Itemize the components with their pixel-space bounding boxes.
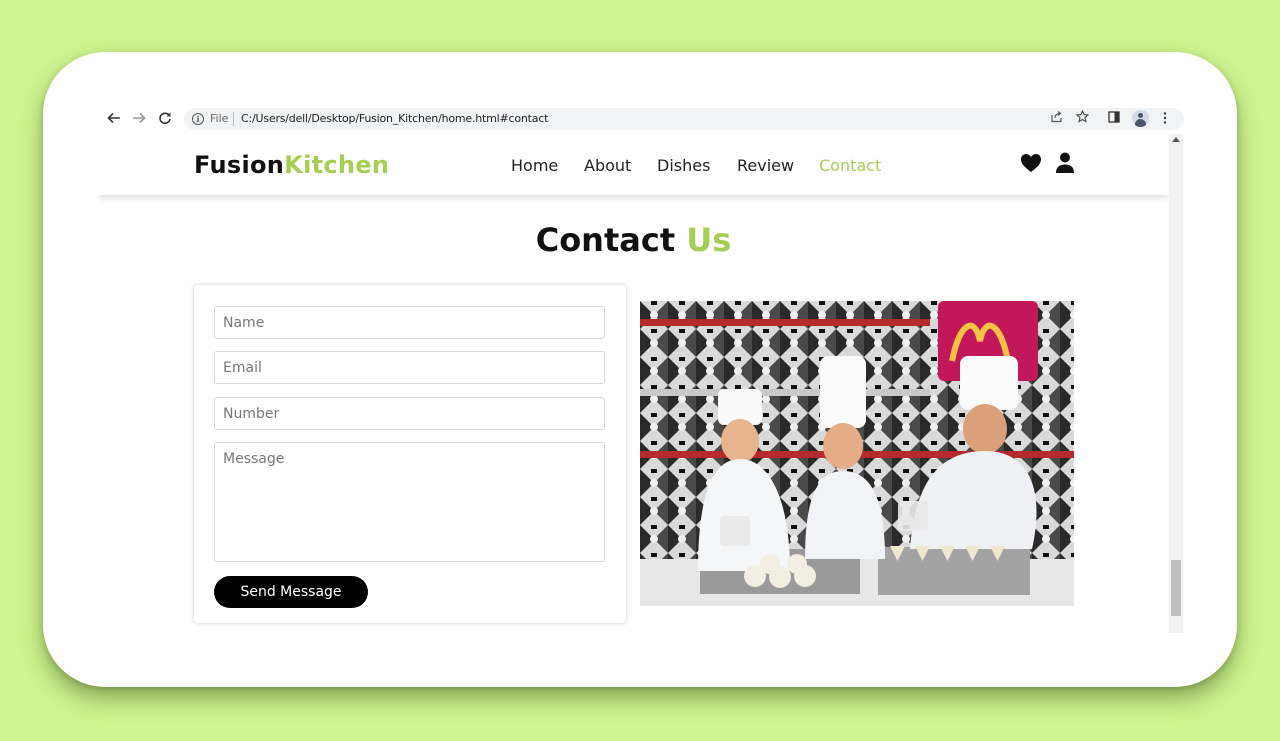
title-part1: Contact xyxy=(535,221,676,259)
forward-arrow-icon[interactable] xyxy=(131,111,147,127)
nav-dishes[interactable]: Dishes xyxy=(657,156,710,175)
share-icon[interactable] xyxy=(1050,110,1063,127)
browser-toolbar: i File C:/Users/dell/Desktop/Fusion_Kitc… xyxy=(98,104,1184,134)
separator xyxy=(233,112,234,126)
profile-icon[interactable] xyxy=(1132,110,1149,127)
menu-dots-icon[interactable] xyxy=(1162,111,1168,130)
scrollbar[interactable] xyxy=(1169,134,1183,633)
chefs-photo xyxy=(640,301,1074,606)
name-input[interactable] xyxy=(214,306,605,339)
contact-form: Send Message xyxy=(194,285,626,623)
reload-icon[interactable] xyxy=(157,111,173,127)
nav-review[interactable]: Review xyxy=(737,156,794,175)
site-header: FusionKitchen Home About Dishes Review C… xyxy=(98,134,1169,195)
site-logo[interactable]: FusionKitchen xyxy=(194,151,389,179)
send-message-button[interactable]: Send Message xyxy=(214,576,368,608)
nav-about[interactable]: About xyxy=(584,156,631,175)
file-label: File xyxy=(210,112,229,125)
title-part2: Us xyxy=(686,221,732,259)
user-icon[interactable] xyxy=(1055,152,1077,176)
email-input[interactable] xyxy=(214,351,605,384)
back-arrow-icon[interactable] xyxy=(106,111,122,127)
scroll-up-arrow-icon[interactable] xyxy=(1172,137,1180,142)
star-icon[interactable] xyxy=(1075,109,1090,127)
info-icon[interactable]: i xyxy=(192,113,204,125)
number-input[interactable] xyxy=(214,397,605,430)
nav-contact[interactable]: Contact xyxy=(819,156,881,175)
nav-home[interactable]: Home xyxy=(511,156,558,175)
address-bar[interactable]: i File C:/Users/dell/Desktop/Fusion_Kitc… xyxy=(184,108,1184,130)
section-title: Contact Us xyxy=(98,221,1169,259)
logo-part1: Fusion xyxy=(194,151,285,179)
heart-icon[interactable] xyxy=(1020,152,1042,176)
url-text[interactable]: C:/Users/dell/Desktop/Fusion_Kitchen/hom… xyxy=(241,112,548,125)
scroll-thumb[interactable] xyxy=(1171,560,1181,616)
page-viewport: FusionKitchen Home About Dishes Review C… xyxy=(98,134,1169,633)
message-textarea[interactable] xyxy=(214,442,605,562)
side-panel-icon[interactable] xyxy=(1108,111,1120,128)
logo-part2: Kitchen xyxy=(284,151,390,179)
